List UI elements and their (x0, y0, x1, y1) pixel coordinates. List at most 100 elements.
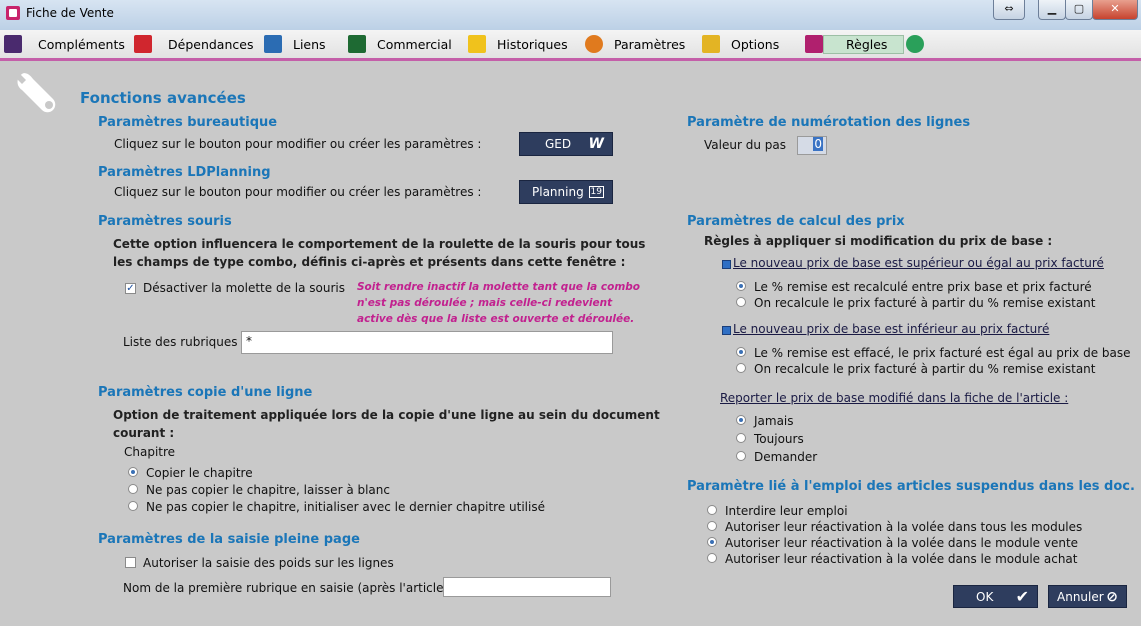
menu-regles[interactable]: Règles (805, 34, 930, 54)
palette-icon (906, 35, 925, 53)
copie-radio-3[interactable] (128, 501, 138, 511)
copie-desc-2: courant : (113, 426, 175, 440)
maximize-button[interactable]: ▢ (1065, 0, 1093, 20)
liste-rubriques-input[interactable]: * (241, 331, 613, 354)
planning-button-label: Planning (532, 185, 584, 199)
report-title: Reporter le prix de base modifié dans la… (720, 391, 1069, 405)
report-radio-demander[interactable] (736, 451, 746, 461)
suspendus-radio-4[interactable] (707, 553, 717, 563)
copie-radio-2[interactable] (128, 484, 138, 494)
sup-opt-1-label: Le % remise est recalculé entre prix bas… (754, 280, 1092, 294)
inf-radio-2[interactable] (736, 363, 746, 373)
report-opt-1-label: Jamais (754, 414, 794, 428)
menu-commercial[interactable]: Commercial (348, 34, 452, 54)
molette-checkbox[interactable]: ✓ (125, 283, 136, 294)
options-icon (702, 35, 720, 53)
page-title: Fonctions avancées (80, 89, 246, 107)
molette-checkbox-label: Désactiver la molette de la souris (143, 281, 345, 295)
gear-icon (585, 35, 603, 53)
word-icon: W (588, 136, 604, 152)
copie-desc-1: Option de traitement appliquée lors de l… (113, 408, 660, 422)
souris-desc-2: les champs de type combo, définis ci-apr… (113, 255, 626, 269)
menu-label: Compléments (38, 36, 125, 52)
menu-dependances[interactable]: Dépendances (134, 34, 253, 54)
bureautique-text: Cliquez sur le bouton pour modifier ou c… (114, 137, 482, 151)
suspendus-opt-2-label: Autoriser leur réactivation à la volée d… (725, 520, 1083, 534)
main-panel: Fonctions avancées Paramètres bureautiqu… (6, 64, 1141, 626)
menu-liens[interactable]: Liens (264, 34, 326, 54)
valeur-pas-spinner[interactable]: 0 (797, 136, 827, 155)
suspendus-radio-3[interactable] (707, 537, 717, 547)
premiere-rubrique-label: Nom de la première rubrique en saisie (a… (123, 581, 449, 595)
calendar-icon: 19 (588, 186, 604, 198)
liste-rubriques-label: Liste des rubriques (123, 335, 238, 349)
suspendus-radio-2[interactable] (707, 521, 717, 531)
report-opt-2-label: Toujours (754, 432, 804, 446)
chapitre-label: Chapitre (124, 445, 176, 459)
sup-opt-2-label: On recalcule le prix facturé à partir du… (754, 296, 1096, 310)
calcul-subtitle: Règles à appliquer si modification du pr… (704, 234, 1053, 248)
cancel-button-label: Annuler (1057, 589, 1104, 604)
minimize-button[interactable]: ▁ (1038, 0, 1066, 20)
inf-opt-1-label: Le % remise est effacé, le prix facturé … (754, 346, 1131, 360)
copie-opt-1-label: Copier le chapitre (146, 466, 253, 480)
menu-options[interactable]: Options (702, 34, 779, 54)
note-line-2: n'est pas déroulée ; mais celle-ci redev… (357, 297, 613, 309)
report-radio-toujours[interactable] (736, 433, 746, 443)
note-line-1: Soit rendre inactif la molette tant que … (357, 281, 641, 293)
section-calcul-title: Paramètres de calcul des prix (687, 214, 905, 229)
copie-opt-3-label: Ne pas copier le chapitre, initialiser a… (146, 500, 545, 514)
valeur-pas-value: 0 (813, 137, 823, 151)
section-numerotation-title: Paramètre de numérotation des lignes (687, 115, 971, 130)
section-ldplanning-title: Paramètres LDPlanning (98, 165, 271, 180)
bullet-icon (722, 326, 731, 335)
forbidden-icon: ⊘ (1106, 588, 1118, 605)
copie-radio-1[interactable] (128, 467, 138, 477)
copie-opt-2-label: Ne pas copier le chapitre, laisser à bla… (146, 483, 390, 497)
menu-label: Paramètres (614, 36, 686, 52)
close-button[interactable]: ✕ (1092, 0, 1138, 20)
report-radio-jamais[interactable] (736, 415, 746, 425)
menu-label: Liens (293, 36, 326, 52)
menu-historiques[interactable]: Historiques (468, 34, 568, 54)
sup-radio-1[interactable] (736, 281, 746, 291)
suspendus-radio-1[interactable] (707, 505, 717, 515)
sup-radio-2[interactable] (736, 297, 746, 307)
section-bureautique-title: Paramètres bureautique (98, 115, 278, 130)
note-line-3: active dès que la liste est ouverte et d… (357, 313, 635, 325)
link-icon (264, 35, 282, 53)
section-copie-title: Paramètres copie d'une ligne (98, 385, 313, 400)
inf-radio-1[interactable] (736, 347, 746, 357)
menu-complements[interactable]: Compléments (4, 34, 125, 54)
planning-button[interactable]: Planning 19 (519, 180, 613, 204)
premiere-rubrique-input[interactable] (443, 577, 611, 597)
menu-label: Commercial (377, 36, 452, 52)
valeur-pas-label: Valeur du pas (704, 138, 786, 152)
bullet-icon (722, 260, 731, 269)
ged-button[interactable]: GED W (519, 132, 613, 156)
sup-title: Le nouveau prix de base est supérieur ou… (733, 256, 1104, 270)
window-title: Fiche de Vente (26, 6, 114, 20)
menu-label: Dépendances (168, 36, 254, 52)
molette-note: Soit rendre inactif la molette tant que … (357, 279, 640, 327)
app-icon (6, 6, 20, 20)
menu-label: Options (731, 36, 780, 52)
restore-back-icon[interactable]: ⇔ (993, 0, 1025, 20)
ged-button-label: GED (545, 137, 572, 151)
menu-label: Historiques (497, 36, 568, 52)
footprints-icon (348, 35, 366, 53)
section-saisie-title: Paramètres de la saisie pleine page (98, 532, 360, 547)
ok-button-label: OK (976, 589, 994, 604)
menu-parametres[interactable]: Paramètres (585, 34, 685, 54)
report-opt-3-label: Demander (754, 450, 818, 464)
poids-checkbox[interactable] (125, 557, 136, 568)
ok-button[interactable]: OK ✔ (953, 585, 1038, 608)
rules-icon (805, 35, 823, 53)
check-icon: ✔ (1015, 587, 1029, 606)
souris-desc-1: Cette option influencera le comportement… (113, 237, 646, 251)
inf-opt-2-label: On recalcule le prix facturé à partir du… (754, 362, 1096, 376)
poids-checkbox-label: Autoriser la saisie des poids sur les li… (143, 556, 394, 570)
puzzle-icon (4, 35, 22, 53)
cancel-button[interactable]: Annuler ⊘ (1048, 585, 1127, 608)
suspendus-opt-4-label: Autoriser leur réactivation à la volée d… (725, 552, 1078, 566)
